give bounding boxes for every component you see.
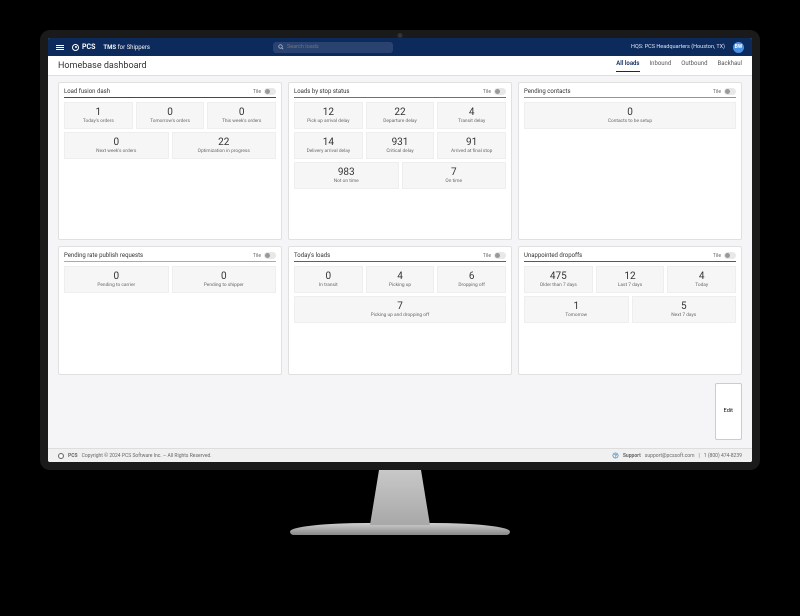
brand-logo: PCS — [72, 43, 95, 51]
footer-brand: PCS — [68, 453, 78, 459]
metric-optimization[interactable]: 22Optimization in progress — [172, 132, 277, 159]
tile-toggle[interactable]: Tile — [483, 88, 506, 95]
monitor-frame: PCS TMS for Shippers HQS: PCS Headquarte… — [40, 30, 760, 520]
toggle-icon — [264, 88, 276, 95]
edit-row: Edit — [518, 381, 742, 442]
support-label[interactable]: Support — [623, 453, 641, 459]
brand-text: PCS — [82, 43, 95, 51]
footer-copyright: Copyright © 2024 PCS Software Inc. – All… — [82, 453, 212, 459]
tile-toggle[interactable]: Tile — [253, 252, 276, 259]
panel-load-fusion: Load fusion dash Tile 1Today's orders 0T… — [58, 82, 282, 240]
tab-backhaul[interactable]: Backhaul — [717, 60, 742, 72]
toggle-icon — [264, 252, 276, 259]
panel-unappointed: Unappointed dropoffs Tile 475Older than … — [518, 246, 742, 374]
panel-title: Today's loads — [294, 252, 330, 259]
metric-pending-shipper[interactable]: 0Pending to shipper — [172, 266, 277, 293]
product-label: TMS for Shippers — [103, 44, 150, 51]
tab-all-loads[interactable]: All loads — [616, 60, 639, 72]
search-input[interactable] — [287, 44, 388, 50]
panel-pending-contacts: Pending contacts Tile 0Contacts to be se… — [518, 82, 742, 240]
metric-not-on-time[interactable]: 983Not on time — [294, 162, 399, 189]
support-icon — [612, 452, 619, 459]
metric-critical-delay[interactable]: 931Critical delay — [366, 132, 435, 159]
metric-picking-up[interactable]: 4Picking up — [366, 266, 435, 293]
metric-tomorrow[interactable]: 1Tomorrow — [524, 296, 629, 323]
footer: PCS Copyright © 2024 PCS Software Inc. –… — [48, 448, 752, 462]
toggle-icon — [494, 88, 506, 95]
metric-this-weeks-orders[interactable]: 0This week's orders — [207, 102, 276, 129]
logo-mark-icon — [72, 44, 79, 51]
camera-dot — [398, 33, 403, 38]
metric-last-7[interactable]: 12Last 7 days — [596, 266, 665, 293]
metric-next-7[interactable]: 5Next 7 days — [632, 296, 737, 323]
app-screen: PCS TMS for Shippers HQS: PCS Headquarte… — [48, 38, 752, 462]
monitor-stand-neck — [370, 470, 430, 525]
metric-transit-delay[interactable]: 4Transit delay — [437, 102, 506, 129]
top-bar: PCS TMS for Shippers HQS: PCS Headquarte… — [48, 38, 752, 56]
tile-toggle[interactable]: Tile — [713, 252, 736, 259]
metric-dropping-off[interactable]: 6Dropping off — [437, 266, 506, 293]
metric-in-transit[interactable]: 0In transit — [294, 266, 363, 293]
edit-button[interactable]: Edit — [715, 383, 742, 440]
tile-toggle[interactable]: Tile — [713, 88, 736, 95]
footer-logo-icon — [58, 453, 64, 459]
product-suffix: for Shippers — [118, 44, 150, 51]
panel-title: Unappointed dropoffs — [524, 252, 582, 259]
panel-pending-rate: Pending rate publish requests Tile 0Pend… — [58, 246, 282, 374]
tabs: All loads Inbound Outbound Backhaul — [616, 60, 742, 72]
metric-departure-delay[interactable]: 22Departure delay — [366, 102, 435, 129]
support-email[interactable]: support@pcssoft.com — [645, 453, 695, 459]
panel-title: Pending contacts — [524, 88, 571, 95]
menu-icon[interactable] — [56, 45, 64, 50]
hq-label[interactable]: HQS: PCS Headquarters (Houston, TX) — [631, 44, 725, 50]
search-icon — [278, 44, 284, 50]
metric-pickup-dropoff[interactable]: 7Picking up and dropping off — [294, 296, 506, 323]
metric-contacts-setup[interactable]: 0Contacts to be setup — [524, 102, 736, 129]
metric-todays-orders[interactable]: 1Today's orders — [64, 102, 133, 129]
metric-next-weeks-orders[interactable]: 0Next week's orders — [64, 132, 169, 159]
panel-todays-loads: Today's loads Tile 0In transit 4Picking … — [288, 246, 512, 374]
toggle-icon — [494, 252, 506, 259]
support-phone[interactable]: 1 (800) 474-8239 — [704, 453, 742, 459]
tile-toggle[interactable]: Tile — [483, 252, 506, 259]
search-input-wrap[interactable] — [273, 42, 393, 53]
tile-toggle[interactable]: Tile — [253, 88, 276, 95]
panel-loads-by-stop: Loads by stop status Tile 12Pick up arri… — [288, 82, 512, 240]
tab-inbound[interactable]: Inbound — [650, 60, 672, 72]
page-title: Homebase dashboard — [58, 61, 147, 71]
metric-today[interactable]: 4Today — [667, 266, 736, 293]
panel-title: Loads by stop status — [294, 88, 350, 95]
toggle-icon — [724, 88, 736, 95]
metric-pending-carrier[interactable]: 0Pending to carrier — [64, 266, 169, 293]
metric-delivery-delay[interactable]: 14Delivery arrival delay — [294, 132, 363, 159]
avatar[interactable]: BW — [733, 42, 744, 53]
sub-header: Homebase dashboard All loads Inbound Out… — [48, 56, 752, 76]
metric-arrived-final[interactable]: 91Arrived at final stop — [437, 132, 506, 159]
metric-pickup-delay[interactable]: 12Pick up arrival delay — [294, 102, 363, 129]
toggle-icon — [724, 252, 736, 259]
panel-title: Pending rate publish requests — [64, 252, 143, 259]
product-name: TMS — [103, 44, 116, 51]
tab-outbound[interactable]: Outbound — [681, 60, 707, 72]
metric-on-time[interactable]: 7On time — [402, 162, 507, 189]
metric-older-7[interactable]: 475Older than 7 days — [524, 266, 593, 293]
panel-title: Load fusion dash — [64, 88, 110, 95]
dashboard-grid: Load fusion dash Tile 1Today's orders 0T… — [48, 76, 752, 448]
metric-tomorrows-orders[interactable]: 0Tomorrow's orders — [136, 102, 205, 129]
